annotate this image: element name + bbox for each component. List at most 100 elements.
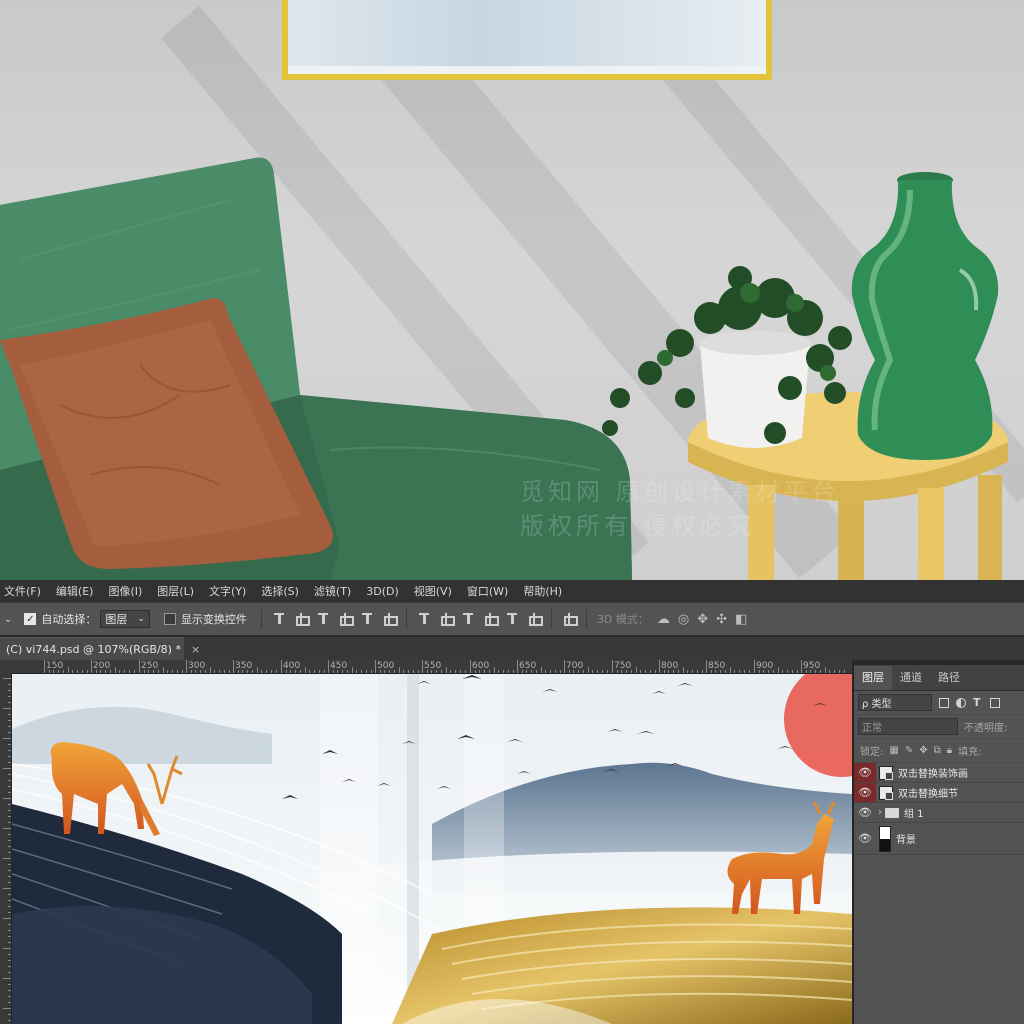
align-top-icon[interactable]: [272, 612, 286, 626]
ruler-tick: [569, 670, 570, 673]
ruler-tick: [8, 870, 11, 871]
ruler-tick: [725, 670, 726, 673]
lock-position-icon[interactable]: ✥: [919, 745, 927, 756]
menu-edit[interactable]: 编辑(E): [56, 583, 94, 599]
layer-name: 双击替换细节: [898, 789, 958, 800]
ruler-tick: [820, 670, 821, 673]
filter-adjustment-icon[interactable]: [956, 697, 966, 708]
align-vertical-center-icon[interactable]: [294, 612, 310, 626]
ruler-tick: [124, 670, 125, 673]
lock-transparency-icon[interactable]: ▦: [889, 745, 898, 756]
lock-artboard-icon[interactable]: ⧉: [934, 745, 941, 756]
ruler-tick: [536, 670, 537, 673]
tab-channels[interactable]: 通道: [892, 666, 930, 690]
menu-3d[interactable]: 3D(D): [366, 585, 399, 598]
3d-slide-icon[interactable]: ✣: [716, 612, 727, 627]
ruler-tick: [455, 670, 456, 673]
layer-row[interactable]: 👁︎ › 组 1: [854, 803, 1024, 823]
ruler-tick: [778, 667, 779, 673]
blend-mode-dropdown[interactable]: 正常: [858, 718, 958, 735]
ruler-tick: [49, 670, 50, 673]
ruler-tick: [100, 670, 101, 673]
filter-shape-icon[interactable]: [990, 697, 1000, 708]
menu-bar: 文件(F) 编辑(E) 图像(I) 图层(L) 文字(Y) 选择(S) 滤镜(T…: [0, 580, 1024, 602]
ruler-tick: [8, 786, 11, 787]
watermark-line: 版权所有 侵权必究: [520, 512, 756, 540]
ruler-tick: [91, 660, 92, 673]
menu-select[interactable]: 选择(S): [261, 583, 299, 599]
ruler-tick: [286, 670, 287, 673]
layer-name: 双击替换装饰画: [898, 769, 968, 780]
distribute-horizontal-center-icon[interactable]: [505, 612, 519, 626]
ruler-tick: [8, 762, 11, 763]
chevron-right-icon[interactable]: ›: [878, 807, 882, 818]
menu-image[interactable]: 图像(I): [108, 583, 142, 599]
lock-pixels-icon[interactable]: ✎: [905, 745, 913, 756]
align-right-icon[interactable]: [382, 612, 398, 626]
ruler-tick: [550, 670, 551, 673]
potted-ivy-plant: [602, 266, 852, 448]
tool-preset-chevron-icon[interactable]: ⌄: [4, 614, 12, 625]
close-icon[interactable]: ×: [191, 643, 200, 656]
ruler-tick: [441, 670, 442, 673]
document-canvas[interactable]: [12, 674, 852, 1024]
ruler-tick: [8, 906, 11, 907]
distribute-bottom-icon[interactable]: [461, 612, 475, 626]
distribute-vertical-center-icon[interactable]: [439, 612, 455, 626]
menu-file[interactable]: 文件(F): [4, 583, 41, 599]
layer-filter-value: ρ 类型: [862, 699, 892, 710]
show-transform-checkbox[interactable]: [163, 613, 176, 625]
divider: [550, 609, 552, 629]
distribute-top-icon[interactable]: [417, 612, 431, 626]
3d-roll-icon[interactable]: ◎: [678, 612, 689, 627]
vertical-ruler[interactable]: [0, 674, 12, 1024]
ruler-tick: [517, 660, 518, 673]
menu-filter[interactable]: 滤镜(T): [314, 583, 351, 599]
horizontal-ruler[interactable]: 150 200 250 300 350 400 450 500 550 600 650 700 750 8…: [12, 660, 852, 674]
ruler-tick: [384, 670, 385, 673]
align-left-icon[interactable]: [338, 612, 354, 626]
3d-drag-icon[interactable]: ✥: [697, 612, 708, 627]
ruler-tick: [68, 667, 69, 673]
align-horizontal-center-icon[interactable]: [360, 612, 374, 626]
ruler-tick: [8, 894, 11, 895]
distribute-right-icon[interactable]: [527, 612, 543, 626]
ruler-tick: [328, 660, 329, 673]
auto-align-layers-icon[interactable]: [562, 612, 578, 626]
ruler-tick: [3, 798, 11, 799]
ruler-tick: [673, 670, 674, 673]
distribute-left-icon[interactable]: [483, 612, 499, 626]
ruler-tick: [375, 660, 376, 673]
visibility-eye-icon[interactable]: 👁︎: [854, 763, 876, 782]
layer-filter-dropdown[interactable]: ρ 类型: [858, 694, 932, 711]
lock-all-icon[interactable]: 🔒︎: [947, 745, 952, 756]
layer-row[interactable]: 👁︎ 背景: [854, 823, 1024, 855]
filter-type-icon[interactable]: T: [973, 697, 983, 708]
ruler-tick: [8, 996, 11, 997]
ruler-tick: [578, 670, 579, 673]
menu-window[interactable]: 窗口(W): [467, 583, 508, 599]
auto-select-target-dropdown[interactable]: 图层 ⌄: [100, 610, 150, 628]
menu-layer[interactable]: 图层(L): [157, 583, 194, 599]
menu-type[interactable]: 文字(Y): [209, 583, 246, 599]
layer-row[interactable]: 👁︎ 双击替换装饰画: [854, 763, 1024, 783]
3d-scale-icon[interactable]: ◧: [735, 612, 747, 627]
layer-row[interactable]: 👁︎ 双击替换细节: [854, 783, 1024, 803]
visibility-eye-icon[interactable]: 👁︎: [854, 783, 876, 802]
ruler-tick: [366, 670, 367, 673]
visibility-eye-icon[interactable]: 👁︎: [854, 832, 876, 845]
filter-pixel-icon[interactable]: [939, 697, 949, 708]
ruler-tick: [266, 670, 267, 673]
ruler-tick: [8, 690, 11, 691]
ruler-tick: [139, 660, 140, 673]
document-tab[interactable]: (C) vi744.psd @ 107%(RGB/8) * ×: [0, 637, 200, 660]
visibility-eye-icon[interactable]: 👁︎: [854, 806, 876, 819]
ruler-tick: [494, 667, 495, 673]
align-bottom-icon[interactable]: [316, 612, 330, 626]
tab-layers[interactable]: 图层: [854, 666, 892, 690]
auto-select-checkbox[interactable]: ✓: [24, 613, 37, 625]
menu-help[interactable]: 帮助(H): [523, 583, 562, 599]
menu-view[interactable]: 视图(V): [414, 583, 452, 599]
3d-orbit-icon[interactable]: ☁: [657, 612, 670, 627]
tab-paths[interactable]: 路径: [930, 666, 968, 690]
